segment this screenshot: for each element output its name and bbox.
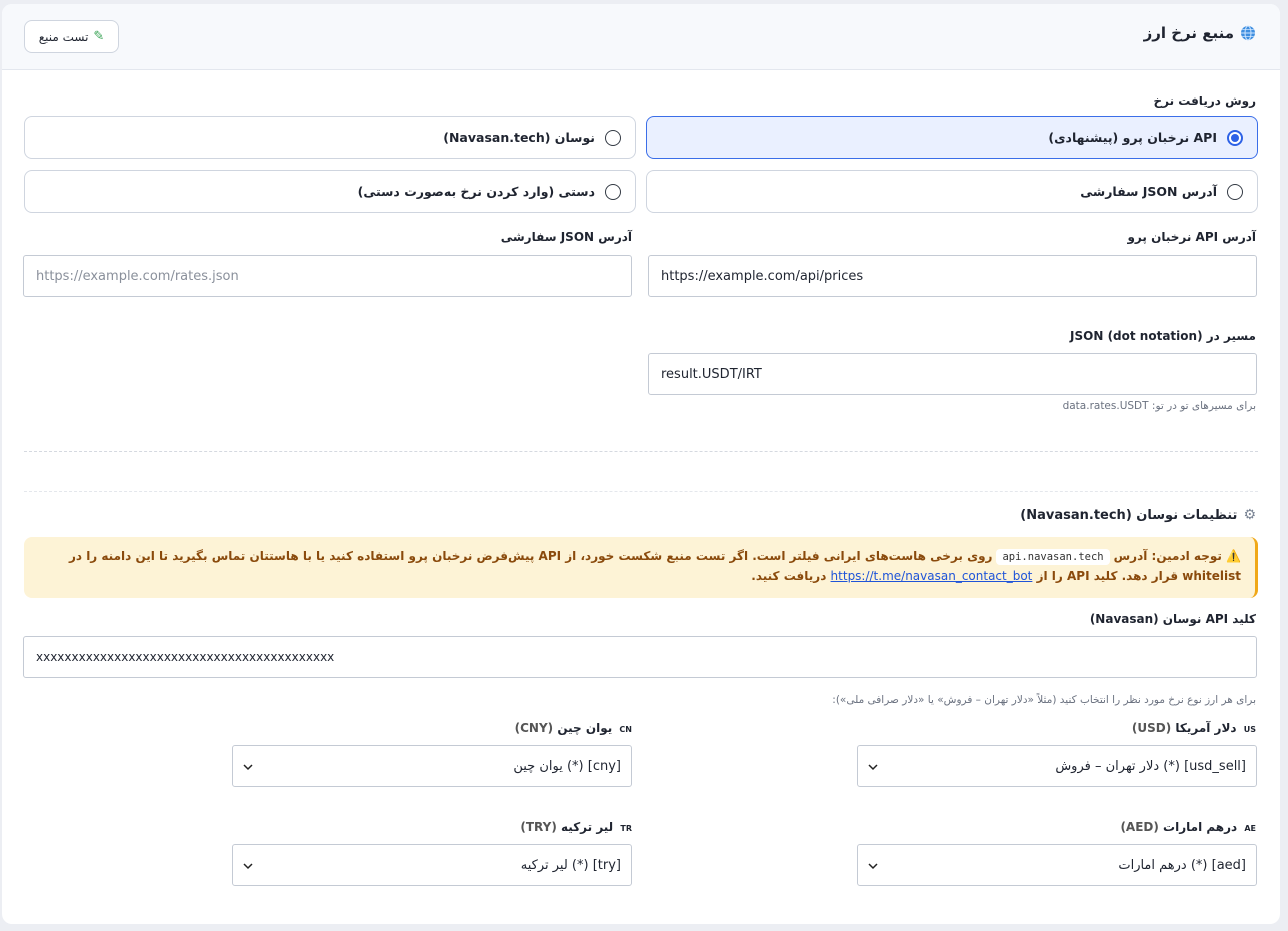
api-url-input[interactable]: [648, 255, 1257, 297]
radio-nerkhban-api[interactable]: [1227, 129, 1243, 146]
radio-custom-json[interactable]: [1227, 183, 1243, 200]
pencil-icon: ✎: [93, 29, 105, 44]
aed-name: درهم امارات: [1163, 820, 1238, 834]
usd-rate-select[interactable]: [usd_sell] (*) دلار تهران – فروش: [857, 745, 1257, 787]
json-url-input[interactable]: [23, 255, 632, 297]
test-source-button[interactable]: ✎ تست منبع: [24, 20, 119, 53]
globe-icon: [1241, 25, 1255, 41]
radio-navasan[interactable]: [605, 129, 621, 146]
method-option-label: API نرخبان پرو (پیشنهادی): [1048, 130, 1217, 145]
warning-domain-code: api.navasan.tech: [996, 549, 1110, 565]
try-label: TR لیر ترکیه (TRY): [520, 820, 632, 834]
cny-rate-selected: [cny] (*) یوان چین: [513, 758, 621, 774]
aed-label: AE درهم امارات (AED): [1120, 820, 1256, 834]
chevron-down-icon: [868, 764, 878, 771]
method-option-label: نوسان (Navasan.tech): [443, 130, 595, 145]
cny-code: (CNY): [514, 721, 554, 735]
navasan-api-key-input[interactable]: [23, 636, 1257, 678]
method-option-custom-json[interactable]: آدرس JSON سفارشی: [646, 170, 1258, 213]
usd-name: دلار آمریکا: [1175, 721, 1237, 735]
chevron-down-icon: [243, 764, 253, 771]
method-option-navasan[interactable]: نوسان (Navasan.tech): [24, 116, 636, 159]
try-code: (TRY): [520, 820, 557, 834]
aed-rate-select[interactable]: [aed] (*) درهم امارات: [857, 844, 1257, 886]
section-divider: [24, 451, 1258, 452]
aed-flag-code: AE: [1244, 824, 1256, 833]
exchange-rate-source-card: منبع نرخ ارز ✎ تست منبع روش دریافت نرخ A…: [2, 4, 1280, 924]
json-path-input[interactable]: [648, 353, 1257, 395]
chevron-down-icon: [868, 863, 878, 870]
chevron-down-icon: [243, 863, 253, 870]
card-header: منبع نرخ ارز ✎ تست منبع: [2, 4, 1280, 70]
usd-rate-selected: [usd_sell] (*) دلار تهران – فروش: [1055, 758, 1246, 774]
method-option-label: آدرس JSON سفارشی: [1080, 184, 1217, 199]
cny-label: CN یوان چین (CNY): [515, 721, 632, 735]
test-source-label: تست منبع: [38, 29, 89, 44]
navasan-api-key-label: کلید API نوسان (Navasan): [1089, 612, 1256, 626]
navasan-settings-title: ⚙ تنظیمات نوسان (Navasan.tech): [1020, 507, 1256, 523]
warning-suffix: دریافت کنید.: [751, 569, 827, 583]
json-path-label: مسیر در JSON (dot notation): [1070, 329, 1256, 343]
radio-manual[interactable]: [605, 183, 621, 200]
try-rate-selected: [try] (*) لیر ترکیه: [520, 857, 621, 873]
try-name: لیر ترکیه: [561, 820, 614, 834]
api-url-label: آدرس API نرخبان پرو: [1127, 230, 1256, 244]
cny-rate-select[interactable]: [cny] (*) یوان چین: [232, 745, 632, 787]
method-label: روش دریافت نرخ: [1153, 94, 1256, 108]
aed-code: (AED): [1120, 820, 1159, 834]
cny-flag-code: CN: [619, 725, 632, 734]
method-option-manual[interactable]: دستی (وارد کردن نرخ به‌صورت دستی): [24, 170, 636, 213]
currency-rate-hint: برای هر ارز نوع نرخ مورد نظر را انتخاب ک…: [832, 694, 1256, 706]
navasan-contact-link[interactable]: https://t.me/navasan_contact_bot: [831, 569, 1033, 583]
usd-code: (USD): [1131, 721, 1172, 735]
try-flag-code: TR: [620, 824, 632, 833]
warning-prefix: ⚠️ توجه ادمین: آدرس: [1113, 549, 1241, 563]
card-title: منبع نرخ ارز: [1144, 24, 1256, 42]
admin-warning-box: ⚠️ توجه ادمین: آدرسapi.navasan.techروی ب…: [24, 537, 1258, 598]
cny-name: یوان چین: [557, 721, 613, 735]
json-url-label: آدرس JSON سفارشی: [500, 230, 632, 244]
gear-icon: ⚙: [1243, 507, 1256, 523]
json-path-hint: برای مسیرهای تو در تو: data.rates.USDT: [1062, 400, 1256, 412]
try-rate-select[interactable]: [try] (*) لیر ترکیه: [232, 844, 632, 886]
card-title-text: منبع نرخ ارز: [1143, 24, 1234, 42]
method-option-label: دستی (وارد کردن نرخ به‌صورت دستی): [357, 184, 595, 199]
usd-flag-code: US: [1243, 725, 1256, 734]
usd-label: US دلار آمریکا (USD): [1132, 721, 1256, 735]
aed-rate-selected: [aed] (*) درهم امارات: [1118, 857, 1246, 873]
section-divider-light: [24, 491, 1258, 492]
navasan-settings-title-text: تنظیمات نوسان (Navasan.tech): [1020, 507, 1238, 523]
method-option-nerkhban-api[interactable]: API نرخبان پرو (پیشنهادی): [646, 116, 1258, 159]
